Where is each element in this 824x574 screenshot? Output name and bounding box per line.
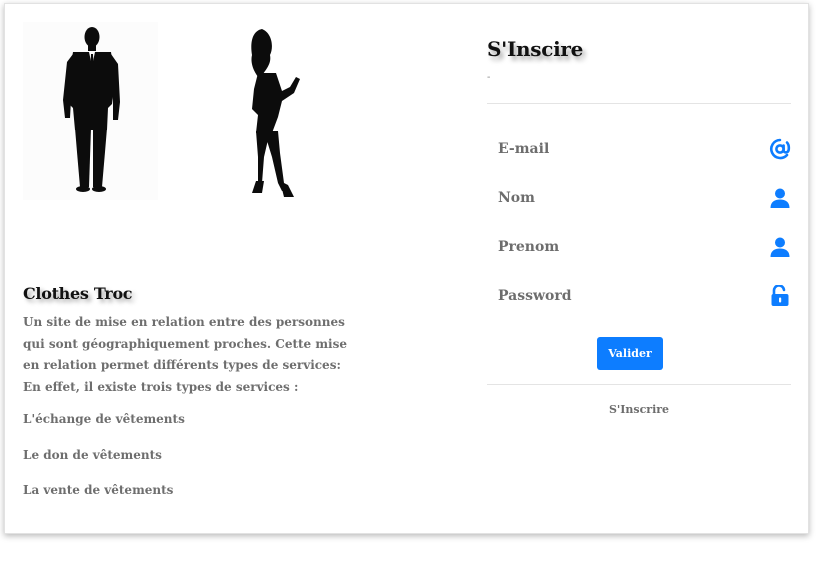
header-divider xyxy=(487,103,791,104)
brand-title: Clothes Troc xyxy=(23,284,133,303)
service-item: L'échange de vêtements xyxy=(23,412,185,426)
email-field[interactable]: E-mail xyxy=(487,132,791,168)
silhouettes-illustration xyxy=(23,22,323,207)
password-label: Password xyxy=(498,288,572,304)
service-item: La vente de vêtements xyxy=(23,483,174,497)
at-icon xyxy=(770,138,791,160)
service-item: Le don de vêtements xyxy=(23,448,162,462)
unlock-icon xyxy=(771,285,789,306)
woman-image xyxy=(251,29,300,197)
nom-label: Nom xyxy=(498,190,535,206)
footer-divider xyxy=(487,384,791,385)
form-title: S'Inscire xyxy=(487,37,584,61)
site-description: Un site de mise en relation entre des pe… xyxy=(23,315,347,394)
man-image xyxy=(23,22,158,200)
register-link[interactable]: S'Inscrire xyxy=(487,403,791,416)
nom-field[interactable]: Nom xyxy=(487,181,791,217)
email-label: E-mail xyxy=(498,141,550,157)
form-subtitle: - xyxy=(487,72,491,83)
user-icon xyxy=(770,237,790,257)
prenom-label: Prenom xyxy=(498,239,560,255)
prenom-field[interactable]: Prenom xyxy=(487,230,791,266)
submit-button[interactable]: Valider xyxy=(597,337,663,370)
password-field[interactable]: Password xyxy=(487,279,791,315)
user-icon xyxy=(770,188,790,208)
page-card: Clothes Troc Un site de mise en relation… xyxy=(4,3,809,534)
